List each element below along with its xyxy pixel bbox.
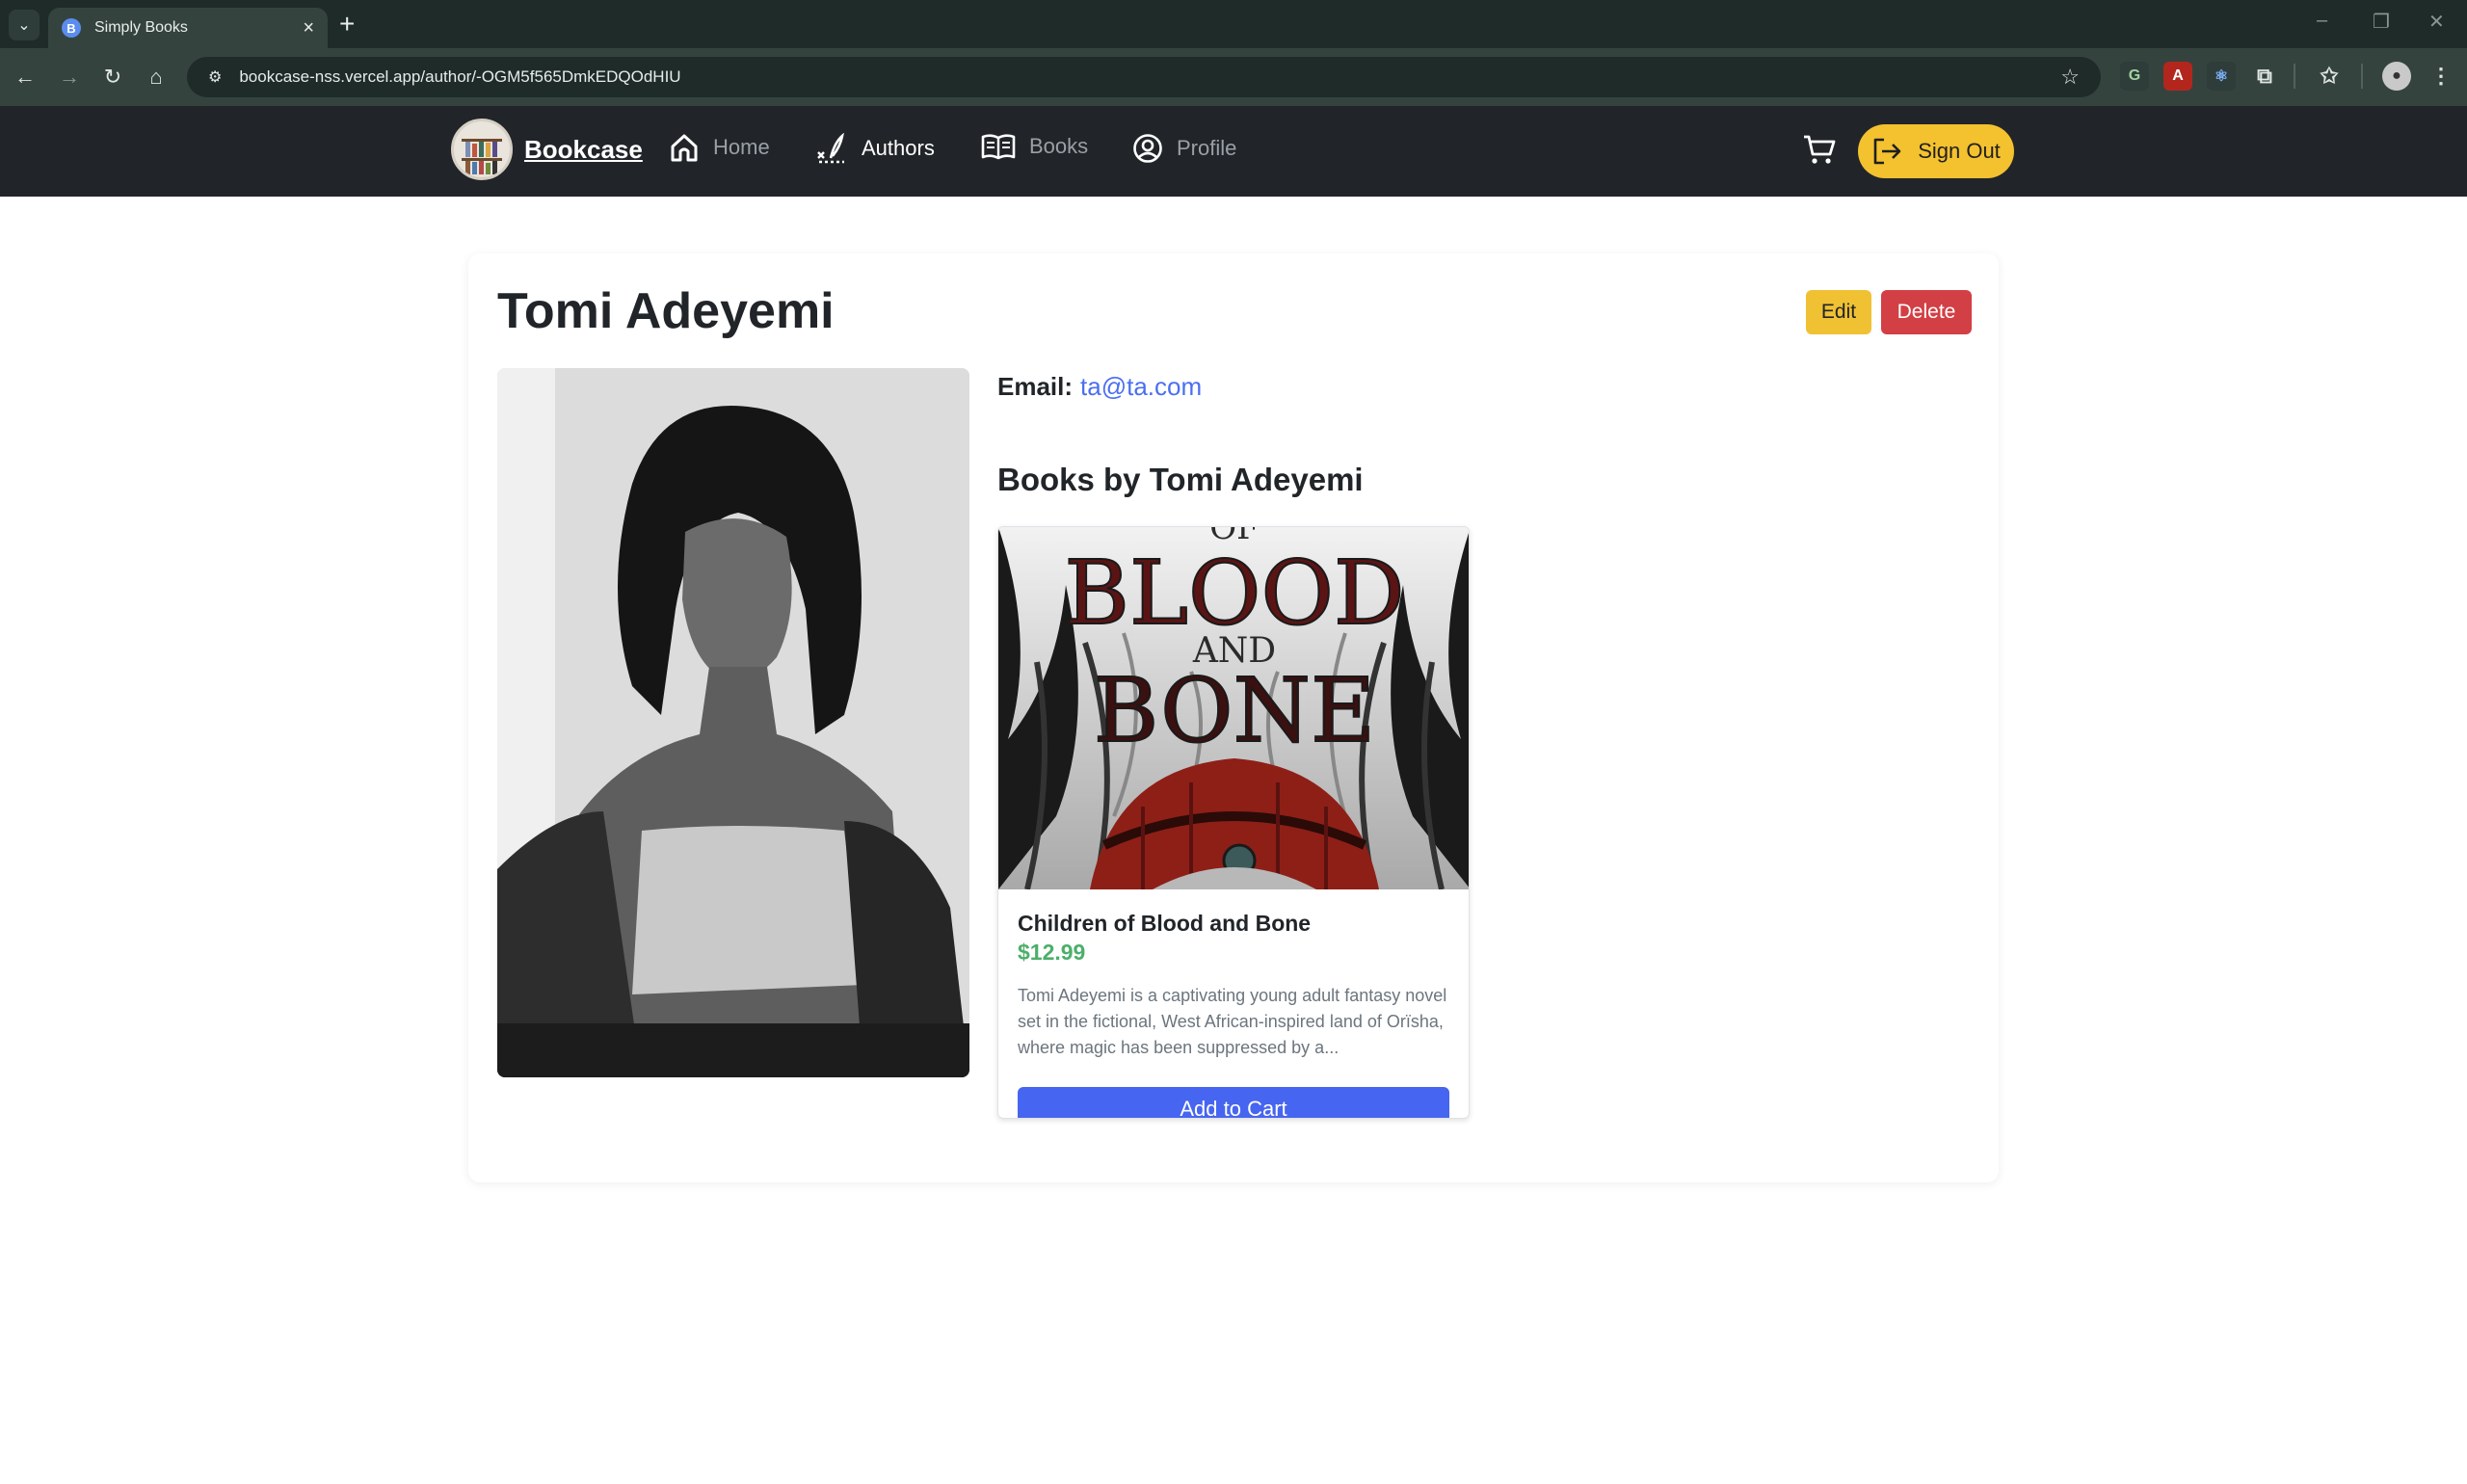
url-text[interactable]: bookcase-nss.vercel.app/author/-OGM5f565…	[239, 67, 2060, 87]
reload-icon[interactable]: ↻	[97, 62, 128, 93]
books-heading: Books by Tomi Adeyemi	[997, 462, 1364, 497]
browser-toolbar: ← → ↻ ⌂ ⚙ bookcase-nss.vercel.app/author…	[0, 48, 2467, 106]
book-description: Tomi Adeyemi is a captivating young adul…	[1018, 986, 1447, 1057]
app-navbar: Bookcase Home Authors Books Profile Sign…	[0, 106, 2467, 197]
authors-icon	[817, 133, 844, 164]
extensions-puzzle-icon[interactable]: ⧉	[2250, 62, 2279, 91]
cart-icon[interactable]	[1802, 133, 1837, 171]
close-window-icon[interactable]: ✕	[2428, 10, 2445, 34]
cover-title-blood: BLOOD	[1064, 542, 1404, 645]
bookmarks-icon[interactable]: ✩	[2315, 62, 2344, 91]
book-cover-image[interactable]: OF BLOOD AND BONE	[998, 527, 1469, 889]
sign-out-button[interactable]: Sign Out	[1858, 124, 2014, 178]
bookcase-logo-icon	[451, 119, 513, 180]
nav-item-profile[interactable]: Profile	[1132, 133, 1236, 164]
site-info-icon[interactable]: ⚙	[208, 67, 222, 87]
author-card: Tomi Adeyemi Edit Delete Email: ta@ta.com…	[468, 253, 1999, 1182]
profile-icon	[1133, 134, 1162, 163]
profile-avatar-icon[interactable]: ●	[2382, 62, 2411, 91]
home-browser-icon[interactable]: ⌂	[141, 62, 172, 93]
home-icon	[671, 134, 698, 162]
book-price: $12.99	[1018, 940, 1086, 965]
toolbar-divider	[2294, 64, 2295, 89]
minimize-icon[interactable]: –	[2317, 10, 2327, 32]
back-icon[interactable]: ←	[10, 62, 40, 93]
nav-label-home: Home	[713, 135, 770, 159]
nav-label-authors: Authors	[862, 136, 935, 160]
tab-title: Simply Books	[94, 19, 188, 36]
nav-item-home[interactable]: Home	[669, 133, 770, 162]
browser-tab[interactable]: B Simply Books ×	[48, 8, 328, 48]
brand-link[interactable]: Bookcase	[451, 119, 643, 180]
delete-button[interactable]: Delete	[1881, 290, 1972, 334]
pdf-extension-icon[interactable]: A	[2163, 62, 2192, 91]
brand-name[interactable]: Bookcase	[524, 135, 643, 165]
book-title[interactable]: Children of Blood and Bone	[1018, 911, 1311, 937]
add-to-cart-button[interactable]: Add to Cart	[1018, 1087, 1449, 1118]
author-email: Email: ta@ta.com	[997, 372, 1202, 402]
new-tab-icon[interactable]: +	[339, 10, 355, 39]
forward-icon[interactable]: →	[54, 62, 85, 93]
browser-tab-bar: ⌄ B Simply Books × + – ❐ ✕	[0, 0, 2467, 48]
sign-out-label: Sign Out	[1918, 139, 2001, 163]
address-bar[interactable]: ⚙ bookcase-nss.vercel.app/author/-OGM5f5…	[187, 57, 2101, 97]
author-name: Tomi Adeyemi	[497, 283, 835, 339]
email-link[interactable]: ta@ta.com	[1080, 372, 1202, 401]
tab-close-icon[interactable]: ×	[303, 17, 314, 40]
nav-item-authors[interactable]: Authors	[815, 133, 935, 164]
edit-button[interactable]: Edit	[1806, 290, 1871, 334]
book-icon	[981, 134, 1016, 160]
nav-label-profile: Profile	[1177, 136, 1237, 160]
tab-search-icon[interactable]: ⌄	[9, 10, 40, 40]
tab-favicon-icon: B	[62, 18, 81, 38]
toolbar-divider	[2361, 64, 2363, 89]
email-label: Email:	[997, 372, 1074, 401]
book-card[interactable]: OF BLOOD AND BONE Children of Blood and …	[997, 526, 1470, 1119]
author-photo	[497, 368, 969, 1077]
grammarly-extension-icon[interactable]: G	[2120, 62, 2149, 91]
cover-title-bone: BONE	[1094, 659, 1375, 762]
browser-menu-icon[interactable]: ⋮	[2427, 62, 2455, 91]
sign-out-icon	[1873, 138, 1901, 165]
restore-icon[interactable]: ❐	[2373, 10, 2390, 34]
nav-label-books: Books	[1029, 134, 1089, 158]
nav-item-books[interactable]: Books	[981, 133, 1088, 160]
react-devtools-icon[interactable]: ⚛	[2207, 62, 2236, 91]
bookmark-star-icon[interactable]: ☆	[2060, 65, 2080, 90]
